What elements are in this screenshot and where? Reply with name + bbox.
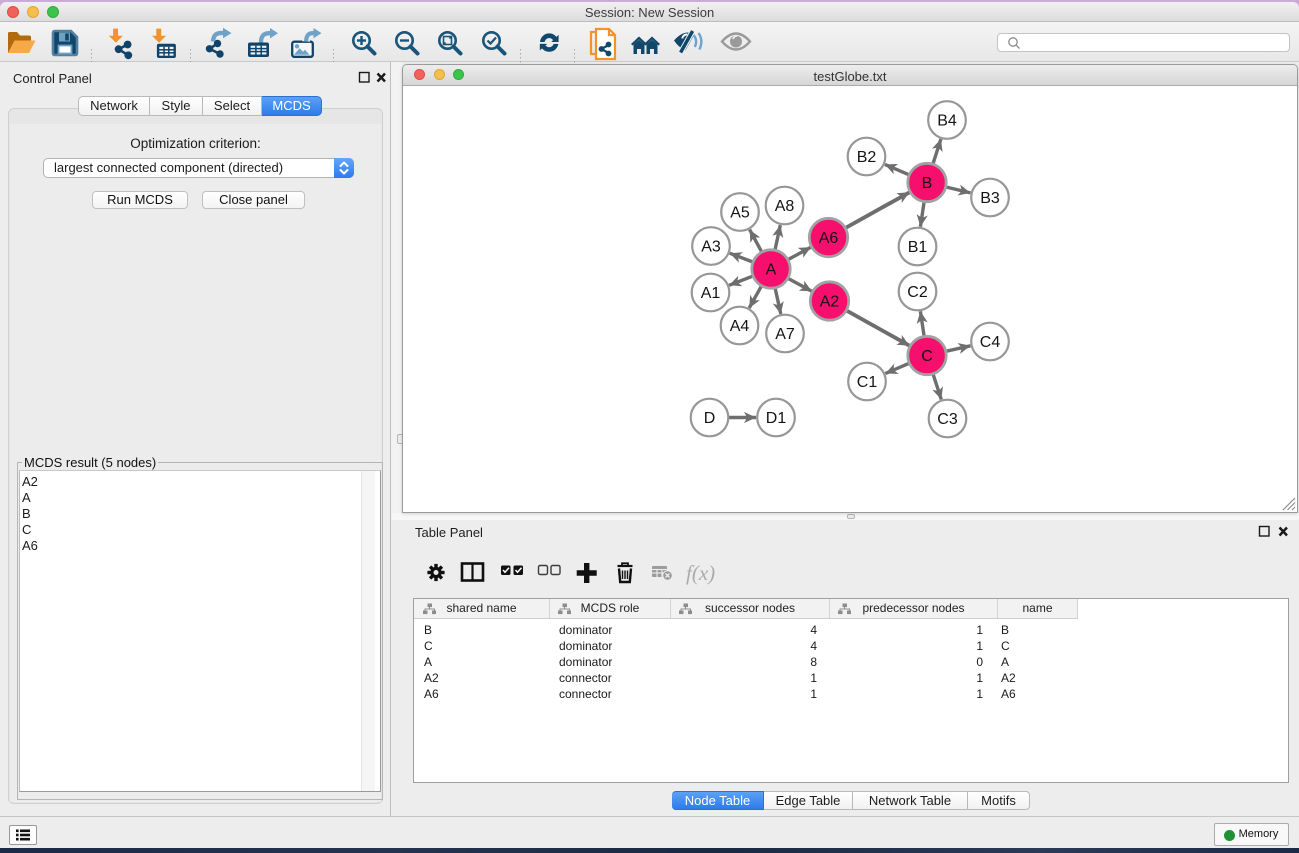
- svg-text:B1: B1: [908, 239, 928, 256]
- svg-text:A3: A3: [701, 239, 721, 256]
- svg-text:C2: C2: [907, 284, 928, 301]
- svg-text:C3: C3: [937, 411, 958, 428]
- svg-text:C1: C1: [857, 374, 878, 391]
- svg-text:A1: A1: [701, 285, 721, 302]
- svg-text:C: C: [921, 348, 933, 365]
- svg-text:D1: D1: [766, 410, 787, 427]
- svg-text:A8: A8: [775, 198, 795, 215]
- svg-text:A2: A2: [820, 294, 840, 311]
- svg-text:A: A: [766, 262, 777, 279]
- svg-text:C4: C4: [980, 334, 1001, 351]
- svg-text:A5: A5: [730, 205, 750, 222]
- svg-text:B3: B3: [980, 190, 1000, 207]
- svg-text:D: D: [704, 410, 716, 427]
- svg-text:A6: A6: [819, 230, 839, 247]
- svg-text:A7: A7: [775, 326, 795, 343]
- svg-text:A4: A4: [730, 318, 750, 335]
- svg-text:B4: B4: [937, 113, 957, 130]
- svg-text:B2: B2: [857, 149, 877, 166]
- svg-text:f(x): f(x): [686, 561, 715, 585]
- svg-text:B: B: [922, 175, 933, 192]
